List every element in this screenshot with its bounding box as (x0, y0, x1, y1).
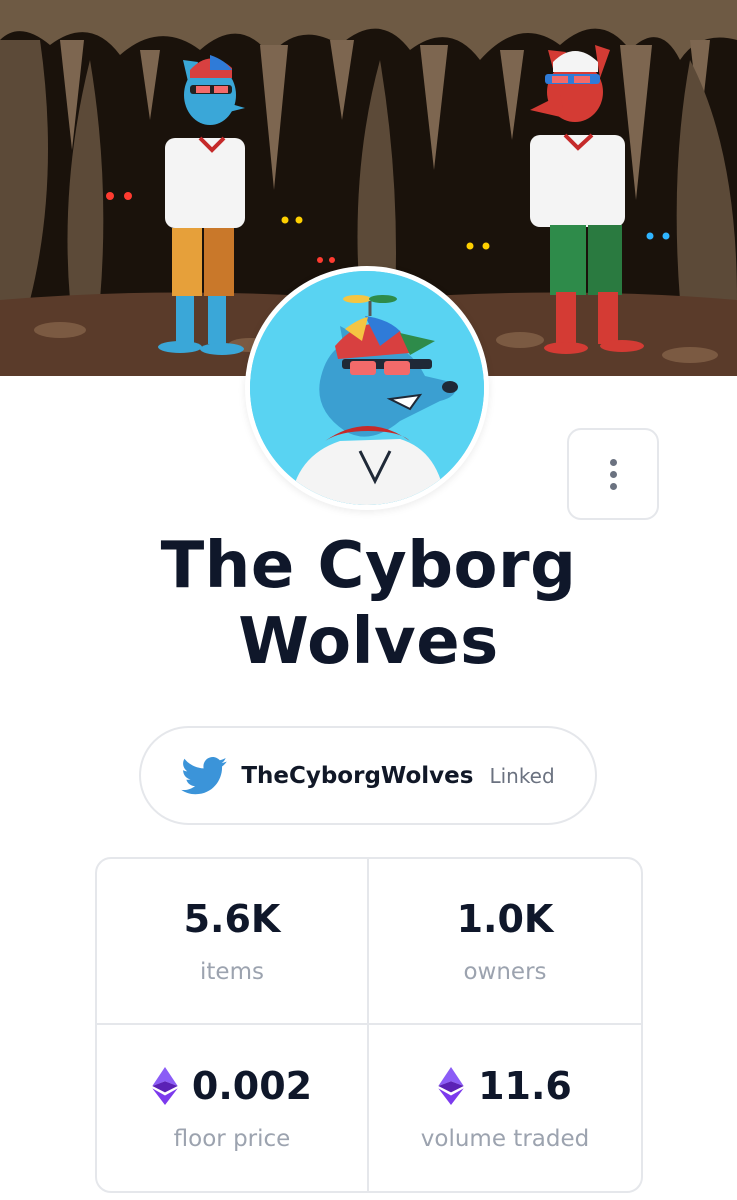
stat-owners[interactable]: 1.0K owners (369, 859, 641, 1025)
stat-value: 0.002 (152, 1064, 312, 1108)
stat-label: floor price (173, 1126, 291, 1152)
ethereum-icon (152, 1067, 178, 1105)
collection-stats: 5.6K items 1.0K owners 0.002 floor price (95, 857, 643, 1193)
blue-wolf-propeller-cap-avatar (250, 271, 484, 505)
stat-value: 5.6K (183, 897, 281, 941)
stat-value: 1.0K (456, 897, 554, 941)
vertical-ellipsis-icon (609, 458, 617, 466)
stat-items[interactable]: 5.6K items (97, 859, 369, 1025)
ethereum-icon (438, 1067, 464, 1105)
collection-avatar (245, 266, 489, 510)
stat-label: volume traded (420, 1126, 590, 1152)
stat-label: owners (463, 959, 547, 985)
stat-volume-traded[interactable]: 11.6 volume traded (369, 1025, 641, 1191)
twitter-linked-status: Linked (489, 763, 555, 788)
more-options-button[interactable] (567, 428, 659, 520)
collection-page: The Cyborg Wolves TheCyborgWolves Linked… (0, 0, 737, 1200)
stat-label: items (200, 959, 264, 985)
twitter-bird-icon (181, 756, 228, 795)
stat-floor-price[interactable]: 0.002 floor price (97, 1025, 369, 1191)
collection-title: The Cyborg Wolves (160, 529, 577, 679)
twitter-handle: TheCyborgWolves (241, 762, 474, 789)
twitter-link[interactable]: TheCyborgWolves Linked (139, 726, 597, 825)
stat-value: 11.6 (438, 1064, 572, 1108)
